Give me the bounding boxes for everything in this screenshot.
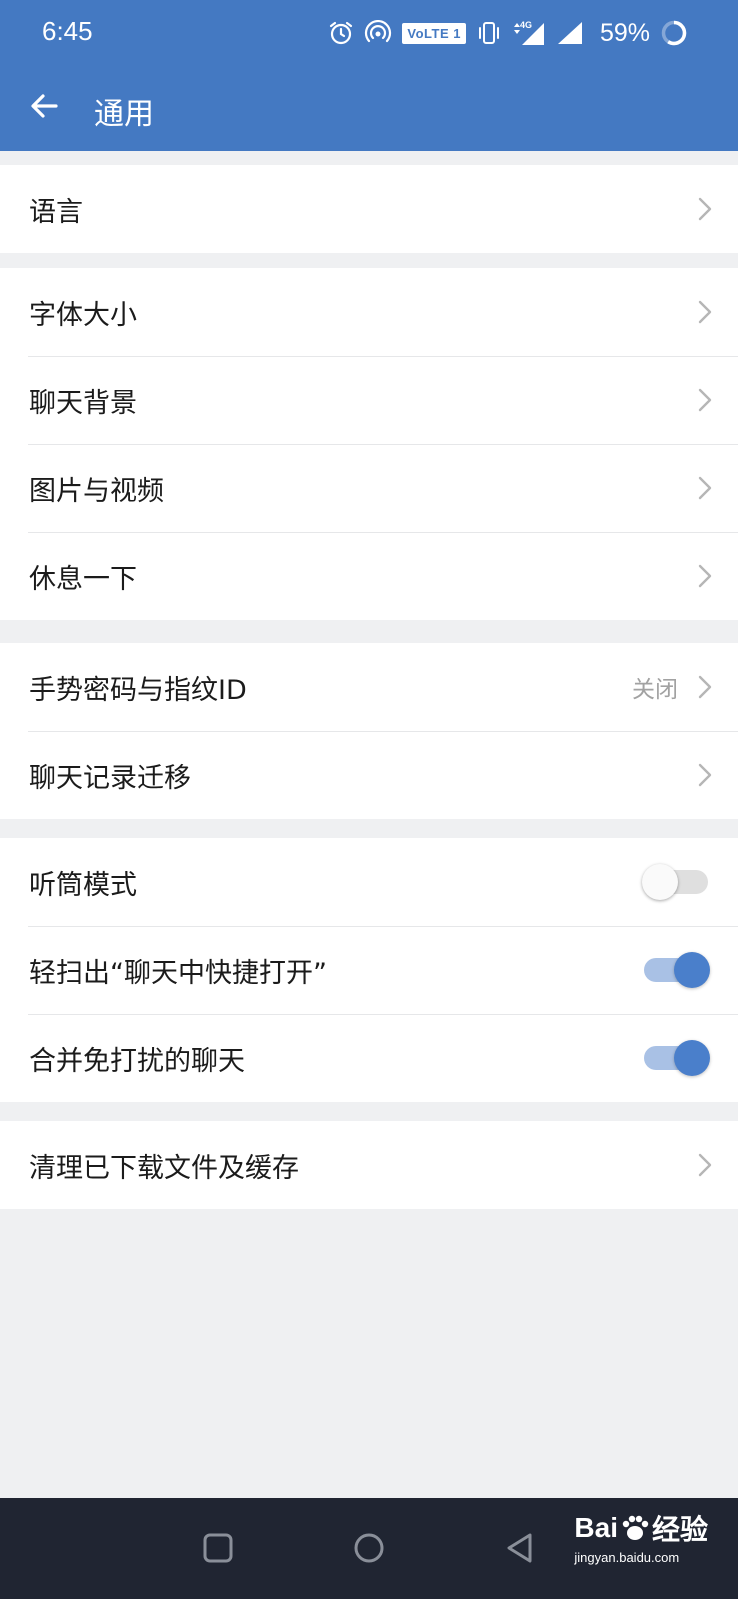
row-label: 字体大小 — [29, 299, 137, 331]
chevron-right-icon — [698, 300, 712, 324]
row-chat-background[interactable]: 聊天背景 — [0, 356, 738, 444]
top-bar: 6:45 VoLTE 1 4G 59% 通用 — [0, 0, 738, 151]
row-label: 清理已下载文件及缓存 — [29, 1152, 299, 1184]
status-icons: VoLTE 1 4G 59% — [328, 12, 688, 54]
signal-2-icon — [557, 22, 582, 44]
chevron-right-icon — [698, 388, 712, 412]
row-label: 合并免打扰的聊天 — [29, 1045, 245, 1077]
row-label: 手势密码与指纹ID — [29, 674, 247, 706]
recents-square-icon[interactable] — [198, 1528, 238, 1568]
chevron-right-icon — [698, 476, 712, 500]
row-photos-videos[interactable]: 图片与视频 — [0, 444, 738, 532]
settings-group-storage: 清理已下载文件及缓存 — [0, 1121, 738, 1209]
row-gesture-password[interactable]: 手势密码与指纹ID 关闭 — [0, 643, 738, 731]
earpiece-mode-toggle[interactable] — [642, 862, 710, 902]
back-button[interactable] — [22, 84, 66, 128]
row-label: 聊天背景 — [29, 387, 137, 419]
watermark-suffix: 经验 — [651, 1514, 708, 1545]
vibrate-icon — [478, 22, 499, 44]
row-merge-muted-chats: 合并免打扰的聊天 — [0, 1014, 738, 1102]
settings-group-toggles: 听筒模式 轻扫出“聊天中快捷打开” 合并免打扰的聊天 — [0, 838, 738, 1102]
chevron-right-icon — [698, 197, 712, 221]
row-take-a-break[interactable]: 休息一下 — [0, 532, 738, 620]
row-language[interactable]: 语言 — [0, 165, 738, 253]
arrow-left-icon — [31, 94, 58, 118]
hotspot-icon — [365, 20, 392, 43]
row-label: 轻扫出“聊天中快捷打开” — [29, 957, 327, 989]
row-label: 听筒模式 — [29, 869, 137, 901]
row-swipe-quick-open: 轻扫出“聊天中快捷打开” — [0, 926, 738, 1014]
baidu-watermark: Bai 经验 jingyan.baidu.com — [574, 1508, 708, 1565]
chevron-right-icon — [698, 675, 712, 699]
signal-icon: 4G — [513, 20, 544, 45]
swipe-quick-open-toggle[interactable] — [642, 950, 710, 990]
battery-percent: 59% — [599, 18, 650, 47]
settings-group-security: 手势密码与指纹ID 关闭 聊天记录迁移 — [0, 643, 738, 819]
home-circle-icon[interactable] — [349, 1528, 389, 1568]
row-earpiece-mode: 听筒模式 — [0, 838, 738, 926]
row-chat-history-migration[interactable]: 聊天记录迁移 — [0, 731, 738, 819]
watermark-url: jingyan.baidu.com — [574, 1550, 680, 1565]
battery-ring-icon — [661, 20, 687, 46]
toggle-knob — [642, 864, 678, 900]
back-triangle-icon[interactable] — [500, 1528, 540, 1568]
settings-group-language: 语言 — [0, 165, 738, 253]
row-label: 聊天记录迁移 — [29, 762, 191, 794]
network-type: 4G — [520, 20, 532, 30]
row-clear-cache[interactable]: 清理已下载文件及缓存 — [0, 1121, 738, 1209]
chevron-right-icon — [698, 564, 712, 588]
row-value: 关闭 — [632, 677, 678, 703]
row-label: 图片与视频 — [29, 475, 164, 507]
toggle-knob — [674, 1040, 710, 1076]
settings-group-display: 字体大小 聊天背景 图片与视频 休息一下 — [0, 268, 738, 620]
merge-muted-chats-toggle[interactable] — [642, 1038, 710, 1078]
row-label: 休息一下 — [29, 563, 137, 595]
row-label: 语言 — [29, 196, 83, 228]
chevron-right-icon — [698, 763, 712, 787]
volte-badge: VoLTE 1 — [402, 22, 466, 44]
system-nav-bar: Bai 经验 jingyan.baidu.com — [0, 1498, 738, 1599]
chevron-right-icon — [698, 1153, 712, 1177]
status-time: 6:45 — [42, 16, 93, 46]
alarm-icon — [330, 21, 353, 45]
watermark-brand: Bai 经验 — [574, 1508, 708, 1548]
paw-icon — [622, 1515, 649, 1540]
row-font-size[interactable]: 字体大小 — [0, 268, 738, 356]
page-title: 通用 — [94, 97, 154, 132]
toggle-knob — [674, 952, 710, 988]
watermark-brand-text: Bai — [574, 1512, 618, 1543]
